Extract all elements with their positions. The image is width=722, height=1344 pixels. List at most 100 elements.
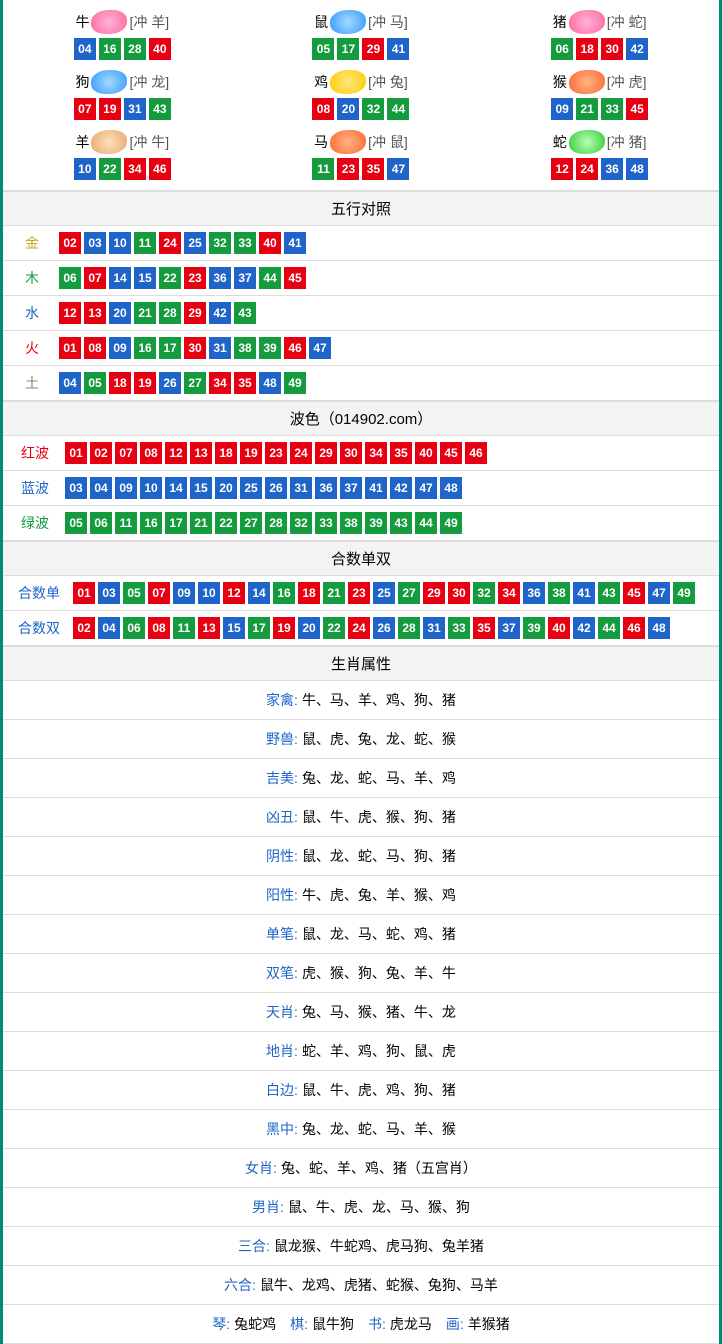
ball-48: 48 bbox=[626, 158, 648, 180]
ball-12: 12 bbox=[59, 302, 81, 324]
ball-20: 20 bbox=[298, 617, 320, 639]
zodiac-name: 牛 bbox=[75, 12, 89, 32]
attr-value: 鼠、牛、虎、猴、狗、猪 bbox=[302, 809, 456, 825]
attr-label: 地肖: bbox=[266, 1043, 298, 1059]
zodiac-cell-鼠: 鼠[冲 马]05172941 bbox=[242, 5, 481, 65]
zodiac-name: 羊 bbox=[75, 132, 89, 152]
section-title-heshu: 合数单双 bbox=[3, 541, 719, 576]
attr-row: 女肖:兔、蛇、羊、鸡、猪（五宫肖） bbox=[3, 1149, 719, 1188]
attr-row: 白边:鼠、牛、虎、鸡、狗、猪 bbox=[3, 1071, 719, 1110]
ball-45: 45 bbox=[626, 98, 648, 120]
ball-41: 41 bbox=[365, 477, 387, 499]
zodiac-cell-猴: 猴[冲 虎]09213345 bbox=[480, 65, 719, 125]
zodiac-chong: [冲 马] bbox=[368, 12, 408, 32]
row-balls: 0103050709101214161821232527293032343638… bbox=[67, 582, 695, 604]
ball-31: 31 bbox=[209, 337, 231, 359]
attr-label: 男肖: bbox=[252, 1199, 284, 1215]
table-row: 绿波05061116172122272832333839434449 bbox=[3, 506, 719, 541]
ball-49: 49 bbox=[673, 582, 695, 604]
attr-row: 单笔:鼠、龙、马、蛇、鸡、猪 bbox=[3, 915, 719, 954]
ball-33: 33 bbox=[315, 512, 337, 534]
ball-23: 23 bbox=[348, 582, 370, 604]
ball-42: 42 bbox=[209, 302, 231, 324]
row-label: 绿波 bbox=[11, 513, 59, 533]
zodiac-cell-蛇: 蛇[冲 猪]12243648 bbox=[480, 125, 719, 185]
ball-14: 14 bbox=[248, 582, 270, 604]
attr-value: 兔、龙、蛇、马、羊、鸡 bbox=[302, 770, 456, 786]
ball-15: 15 bbox=[223, 617, 245, 639]
attr-value: 鼠、牛、虎、龙、马、猴、狗 bbox=[288, 1199, 470, 1215]
attr-row: 凶丑:鼠、牛、虎、猴、狗、猪 bbox=[3, 798, 719, 837]
ball-41: 41 bbox=[284, 232, 306, 254]
ball-35: 35 bbox=[234, 372, 256, 394]
table-row: 金02031011242532334041 bbox=[3, 226, 719, 261]
zodiac-balls: 11233547 bbox=[242, 158, 481, 180]
ball-34: 34 bbox=[498, 582, 520, 604]
table-row: 木06071415222336374445 bbox=[3, 261, 719, 296]
ball-03: 03 bbox=[65, 477, 87, 499]
ball-07: 07 bbox=[115, 442, 137, 464]
table-row: 合数单0103050709101214161821232527293032343… bbox=[3, 576, 719, 611]
ball-42: 42 bbox=[390, 477, 412, 499]
attr-label: 黑中: bbox=[266, 1121, 298, 1137]
table-row: 合数双0204060811131517192022242628313335373… bbox=[3, 611, 719, 646]
ball-43: 43 bbox=[234, 302, 256, 324]
ball-35: 35 bbox=[390, 442, 412, 464]
attr-row: 家禽:牛、马、羊、鸡、狗、猪 bbox=[3, 681, 719, 720]
attr-value: 鼠牛狗 bbox=[312, 1316, 354, 1332]
ball-46: 46 bbox=[284, 337, 306, 359]
ball-23: 23 bbox=[337, 158, 359, 180]
table-row: 红波0102070812131819232429303435404546 bbox=[3, 436, 719, 471]
ball-06: 06 bbox=[90, 512, 112, 534]
ball-32: 32 bbox=[209, 232, 231, 254]
attr-row: 六合:鼠牛、龙鸡、虎猪、蛇猴、兔狗、马羊 bbox=[3, 1266, 719, 1305]
ball-16: 16 bbox=[99, 38, 121, 60]
ball-45: 45 bbox=[440, 442, 462, 464]
ball-39: 39 bbox=[259, 337, 281, 359]
row-balls: 0102070812131819232429303435404546 bbox=[59, 442, 487, 464]
attr-row: 阴性:鼠、龙、蛇、马、狗、猪 bbox=[3, 837, 719, 876]
ball-02: 02 bbox=[90, 442, 112, 464]
zodiac-name: 鸡 bbox=[314, 72, 328, 92]
ball-21: 21 bbox=[134, 302, 156, 324]
attr-label: 双笔: bbox=[266, 965, 298, 981]
attr-label: 阳性: bbox=[266, 887, 298, 903]
row-balls: 0108091617303138394647 bbox=[53, 337, 331, 359]
row-balls: 0204060811131517192022242628313335373940… bbox=[67, 617, 670, 639]
attr-row: 双笔:虎、猴、狗、兔、羊、牛 bbox=[3, 954, 719, 993]
ball-14: 14 bbox=[165, 477, 187, 499]
ball-33: 33 bbox=[448, 617, 470, 639]
ball-07: 07 bbox=[74, 98, 96, 120]
zodiac-chong: [冲 蛇] bbox=[607, 12, 647, 32]
ball-44: 44 bbox=[259, 267, 281, 289]
ball-12: 12 bbox=[551, 158, 573, 180]
ball-19: 19 bbox=[99, 98, 121, 120]
row-balls: 05061116172122272832333839434449 bbox=[59, 512, 462, 534]
attr-value: 鼠、牛、虎、鸡、狗、猪 bbox=[302, 1082, 456, 1098]
table-row: 火0108091617303138394647 bbox=[3, 331, 719, 366]
ball-31: 31 bbox=[290, 477, 312, 499]
ball-13: 13 bbox=[198, 617, 220, 639]
zodiac-icon bbox=[330, 130, 366, 154]
zodiac-cell-狗: 狗[冲 龙]07193143 bbox=[3, 65, 242, 125]
table-row: 蓝波03040910141520252631363741424748 bbox=[3, 471, 719, 506]
ball-18: 18 bbox=[298, 582, 320, 604]
ball-28: 28 bbox=[398, 617, 420, 639]
ball-30: 30 bbox=[184, 337, 206, 359]
ball-13: 13 bbox=[190, 442, 212, 464]
row-balls: 06071415222336374445 bbox=[53, 267, 306, 289]
attr-value: 牛、虎、兔、羊、猴、鸡 bbox=[302, 887, 456, 903]
zodiac-balls: 10223446 bbox=[3, 158, 242, 180]
ball-17: 17 bbox=[165, 512, 187, 534]
ball-17: 17 bbox=[159, 337, 181, 359]
zodiac-icon bbox=[569, 70, 605, 94]
attr-label: 天肖: bbox=[266, 1004, 298, 1020]
ball-33: 33 bbox=[234, 232, 256, 254]
row-label: 火 bbox=[11, 338, 53, 358]
ball-16: 16 bbox=[140, 512, 162, 534]
ball-37: 37 bbox=[340, 477, 362, 499]
zodiac-chong: [冲 羊] bbox=[129, 12, 169, 32]
ball-38: 38 bbox=[548, 582, 570, 604]
ball-06: 06 bbox=[551, 38, 573, 60]
ball-29: 29 bbox=[362, 38, 384, 60]
